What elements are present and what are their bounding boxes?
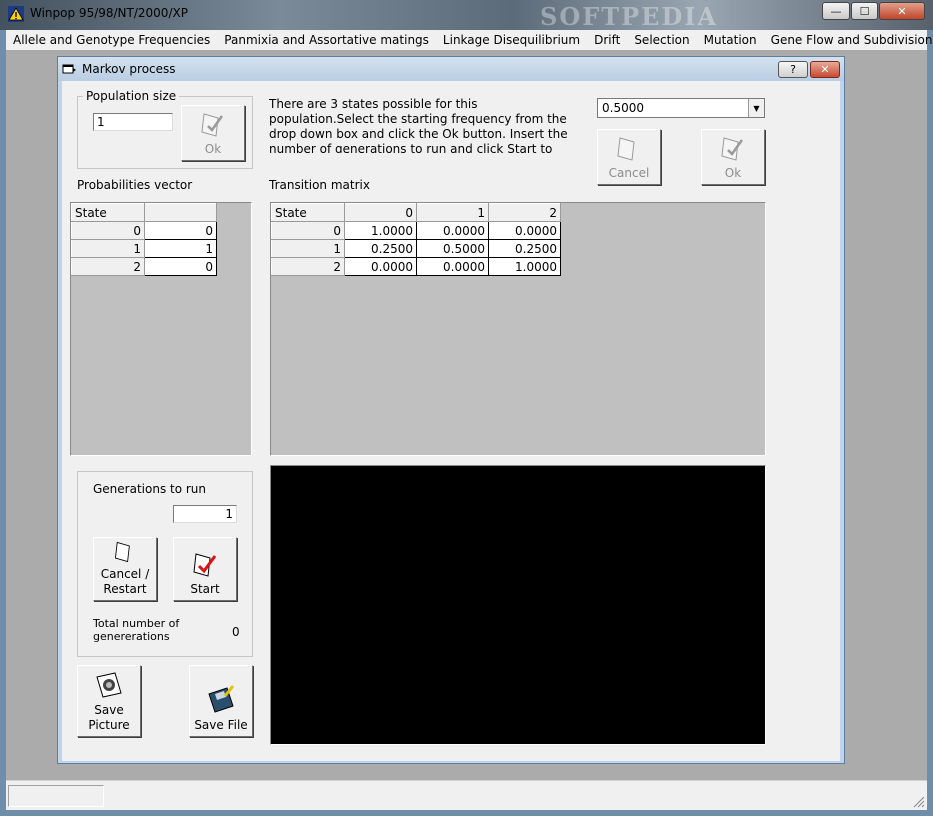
dialog-window-icon	[62, 64, 76, 74]
cancel-page-icon	[114, 541, 130, 563]
probabilities-vector-label: Probabilities vector	[77, 178, 193, 192]
table-cell[interactable]: 1.0000	[488, 257, 561, 276]
table-cell[interactable]: 0.2500	[488, 239, 561, 258]
transition-matrix-grid[interactable]: State 0 1 2 0 1.0000 0.0000 0.0000 1 0.2…	[270, 202, 766, 456]
table-row: 2 0.0000 0.0000 1.0000	[271, 257, 561, 276]
table-row: 2 0	[71, 257, 217, 276]
app-warning-icon	[8, 6, 24, 22]
app-window: Winpop 95/98/NT/2000/XP SOFTPEDIA — ☐ ✕ …	[0, 0, 933, 816]
probabilities-table: State 0 0 1 1 2 0	[71, 203, 217, 276]
dialog-title: Markov process	[82, 62, 176, 76]
column-header[interactable]	[144, 203, 217, 222]
dropdown-selected-value: 0.5000	[602, 101, 644, 115]
table-cell[interactable]: 1	[144, 239, 217, 258]
table-row: 0 0	[71, 221, 217, 240]
save-file-label: Save File	[194, 718, 248, 732]
start-label: Start	[190, 582, 220, 596]
table-cell[interactable]: 0.0000	[416, 257, 489, 276]
column-header[interactable]: 0	[344, 203, 417, 222]
menu-gene-flow[interactable]: Gene Flow and Subdivision	[764, 30, 933, 50]
save-file-button[interactable]: Save File	[189, 665, 253, 737]
menu-mutation[interactable]: Mutation	[697, 30, 764, 50]
menu-linkage[interactable]: Linkage Disequilibrium	[436, 30, 587, 50]
table-cell[interactable]: 0.0000	[488, 221, 561, 240]
probabilities-grid[interactable]: State 0 0 1 1 2 0	[70, 202, 252, 456]
dialog-close-button[interactable]: ✕	[810, 61, 840, 78]
instructions-text: There are 3 states possible for this pop…	[269, 97, 568, 153]
cancel-restart-button[interactable]: Cancel / Restart	[93, 537, 157, 601]
resize-grip-icon[interactable]	[913, 796, 925, 808]
ok-button[interactable]: Ok	[701, 129, 765, 185]
population-ok-label: Ok	[204, 142, 222, 156]
dialog-client: Population size 1 Ok There are 3 states …	[62, 81, 840, 761]
table-header-row: State 0 1 2	[271, 203, 561, 222]
markov-dialog: Markov process ? ✕ Population size 1 Ok …	[57, 56, 845, 764]
help-button[interactable]: ?	[778, 61, 808, 78]
population-size-label: Population size	[83, 89, 180, 103]
transition-table: State 0 1 2 0 1.0000 0.0000 0.0000 1 0.2…	[271, 203, 561, 276]
table-cell[interactable]: 1.0000	[344, 221, 417, 240]
menu-panmixia[interactable]: Panmixia and Assortative matings	[217, 30, 436, 50]
table-row: 1 0.2500 0.5000 0.2500	[271, 239, 561, 258]
generations-label: Generations to run	[93, 482, 207, 496]
start-check-icon	[193, 553, 217, 577]
maximize-button[interactable]: ☐	[851, 2, 878, 20]
graph-canvas	[270, 465, 766, 745]
row-header[interactable]: 0	[271, 221, 345, 240]
table-cell[interactable]: 0	[144, 221, 217, 240]
table-cell[interactable]: 0.2500	[344, 239, 417, 258]
row-header[interactable]: 2	[71, 257, 145, 276]
start-button[interactable]: Start	[173, 537, 237, 601]
population-size-input[interactable]: 1	[93, 113, 173, 131]
row-header[interactable]: 1	[71, 239, 145, 258]
starting-frequency-dropdown[interactable]: 0.5000 ▼	[597, 98, 765, 118]
ok-check-icon	[721, 137, 744, 161]
menubar: Allele and Genotype Frequencies Panmixia…	[6, 30, 932, 50]
column-header[interactable]: State	[71, 203, 145, 222]
ok-label: Ok	[724, 166, 742, 180]
transition-matrix-label: Transition matrix	[269, 178, 370, 192]
row-header[interactable]: 2	[271, 257, 345, 276]
save-picture-label: Save Picture	[88, 703, 130, 732]
row-header[interactable]: 1	[271, 239, 345, 258]
generations-input[interactable]: 1	[173, 505, 237, 523]
table-cell[interactable]: 0	[144, 257, 217, 276]
total-generations-label: Total number of genererations run:	[93, 617, 180, 643]
table-row: 0 1.0000 0.0000 0.0000	[271, 221, 561, 240]
save-picture-icon	[96, 672, 122, 698]
minimize-button[interactable]: —	[822, 2, 850, 20]
menu-selection[interactable]: Selection	[627, 30, 696, 50]
cancel-button[interactable]: Cancel	[597, 129, 661, 185]
row-header[interactable]: 0	[71, 221, 145, 240]
table-cell[interactable]: 0.5000	[416, 239, 489, 258]
cancel-page-icon	[617, 137, 635, 161]
column-header[interactable]: State	[271, 203, 345, 222]
table-cell[interactable]: 0.0000	[416, 221, 489, 240]
chevron-down-icon[interactable]: ▼	[748, 99, 764, 117]
table-row: 1 1	[71, 239, 217, 258]
ok-check-icon	[201, 113, 224, 137]
save-picture-button[interactable]: Save Picture	[77, 665, 141, 737]
close-button[interactable]: ✕	[879, 2, 925, 20]
menu-drift[interactable]: Drift	[587, 30, 627, 50]
floppy-disk-icon	[208, 685, 235, 713]
cancel-restart-label: Cancel / Restart	[100, 567, 150, 596]
menu-allele-genotype[interactable]: Allele and Genotype Frequencies	[6, 30, 217, 50]
app-title: Winpop 95/98/NT/2000/XP	[30, 6, 188, 20]
total-generations-value: 0	[232, 625, 240, 639]
statusbar	[6, 780, 927, 810]
softpedia-watermark: SOFTPEDIA	[540, 2, 719, 31]
population-ok-button[interactable]: Ok	[181, 105, 245, 161]
dialog-titlebar[interactable]: Markov process ? ✕	[58, 57, 844, 81]
status-panel	[8, 785, 104, 807]
table-cell[interactable]: 0.0000	[344, 257, 417, 276]
cancel-label: Cancel	[608, 166, 650, 180]
app-titlebar[interactable]: Winpop 95/98/NT/2000/XP SOFTPEDIA — ☐ ✕	[0, 0, 933, 31]
table-header-row: State	[71, 203, 217, 222]
column-header[interactable]: 1	[416, 203, 489, 222]
column-header[interactable]: 2	[488, 203, 561, 222]
